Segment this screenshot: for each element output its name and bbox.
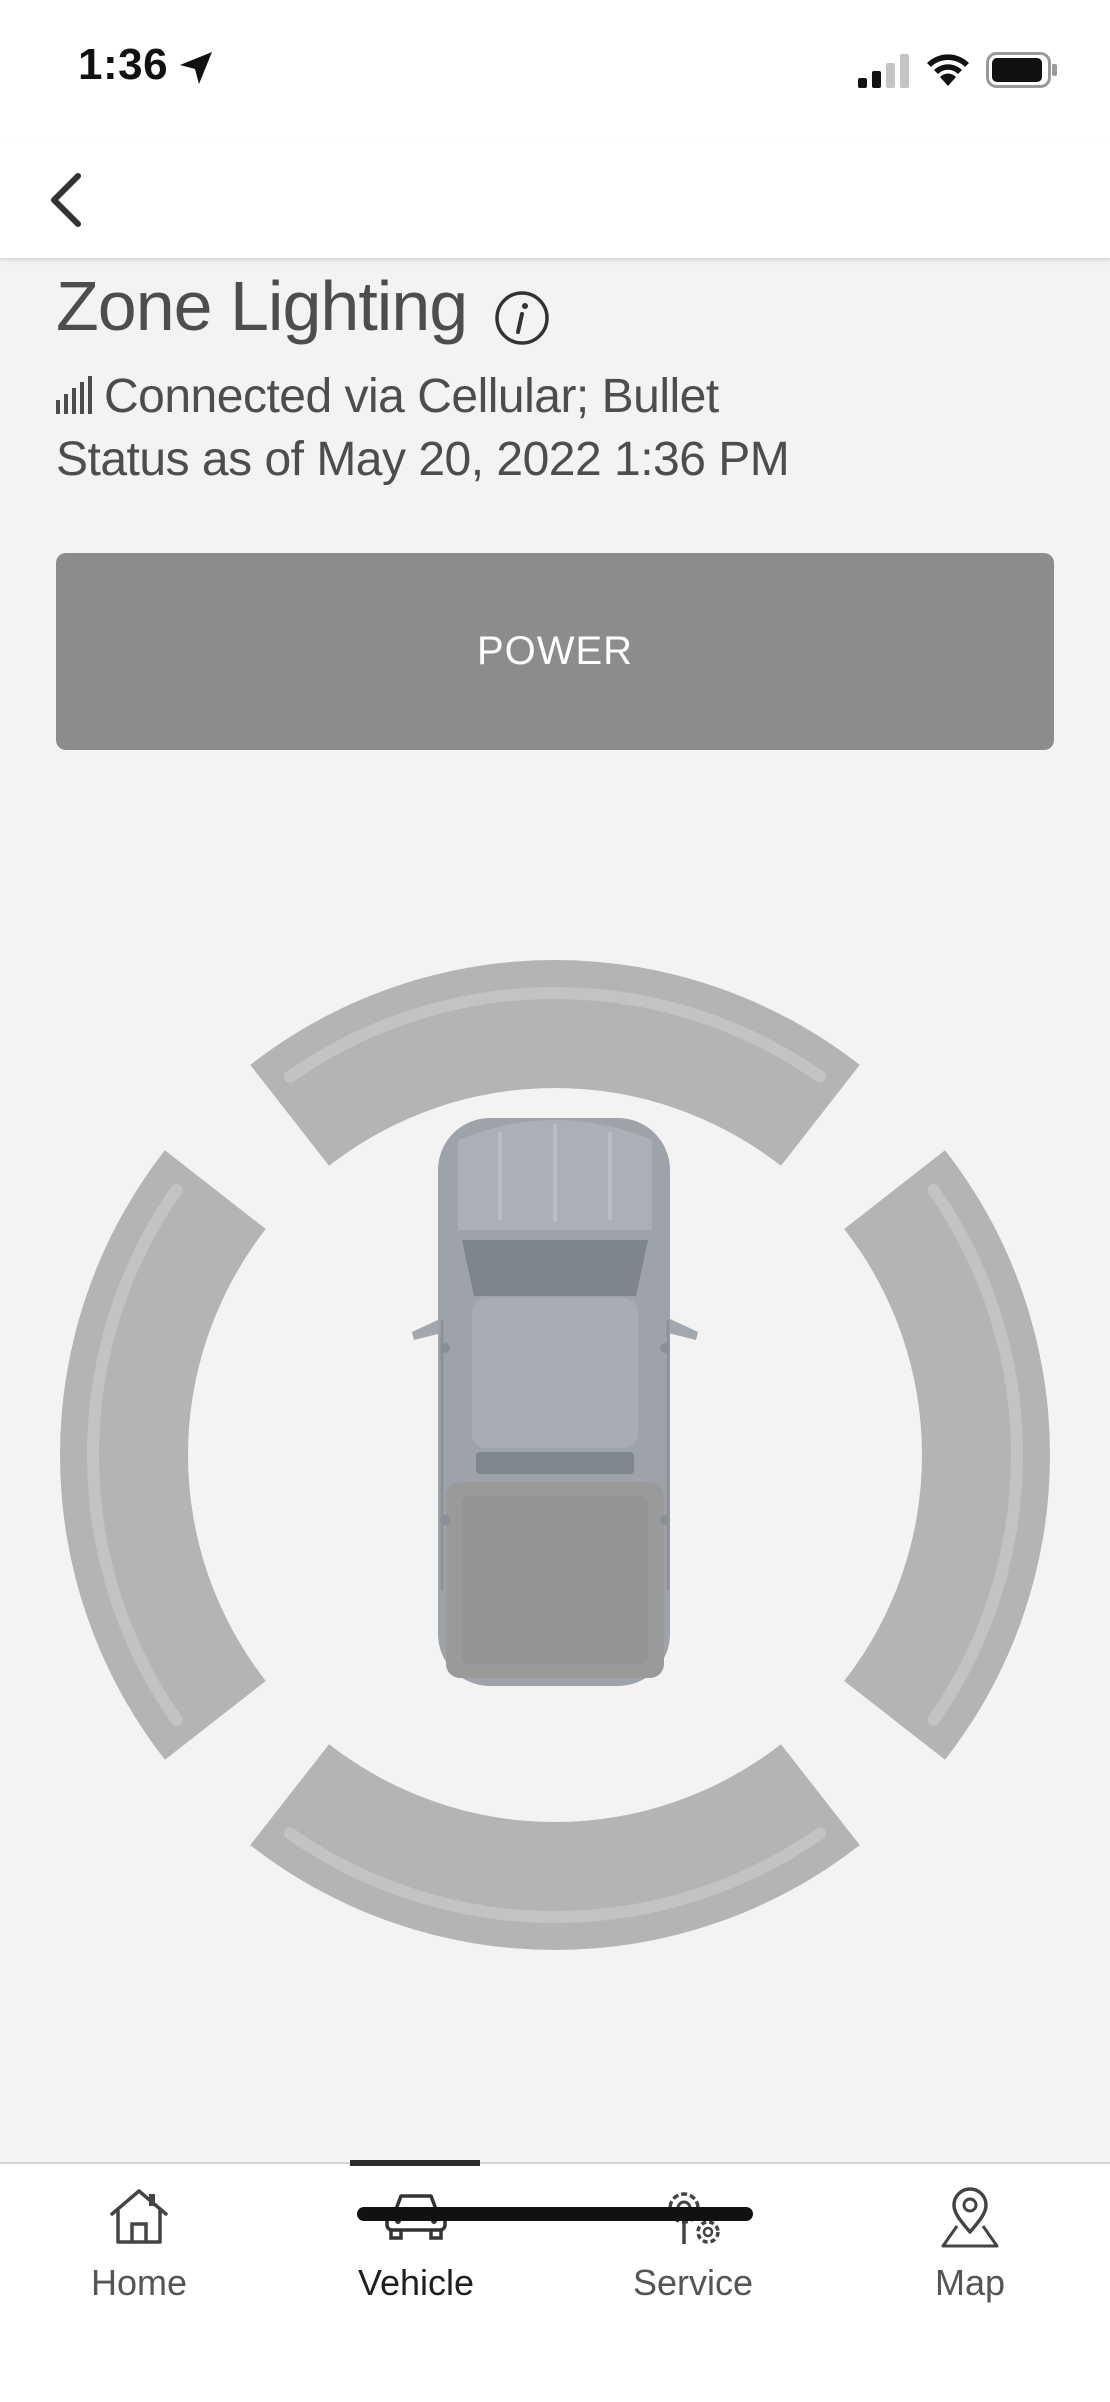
home-indicator [357,2207,753,2221]
chevron-left-icon [51,173,81,227]
location-arrow-icon [180,52,212,84]
status-time: 1:36 [78,40,169,89]
tab-home[interactable]: Home [0,2164,278,2334]
tab-map-label: Map [934,2262,1006,2303]
status-timestamp: Status as of May 20, 2022 1:36 PM [56,433,790,486]
connection-status: Connected via Cellular; Bullet [56,366,719,426]
tab-service[interactable]: Service [554,2164,832,2334]
tab-service-label: Service [632,2262,754,2303]
power-button[interactable]: POWER [56,553,1054,750]
map-pin-icon [941,2187,999,2248]
battery-icon [986,52,1057,88]
tab-map[interactable]: Map [831,2164,1109,2334]
bottom-tab-bar: Home Vehicle Service Map [0,2160,1110,2402]
tab-home-label: Home [90,2262,188,2303]
status-bar: 1:36 [0,0,1110,140]
wifi-icon [927,54,969,86]
tab-vehicle-label: Vehicle [357,2262,475,2303]
info-icon[interactable] [494,290,550,346]
truck-image [412,1118,698,1686]
page-title: Zone Lighting [56,267,468,345]
zone-lighting-diagram [59,960,1051,1951]
nav-header [0,140,1110,260]
tab-vehicle[interactable]: Vehicle [277,2164,555,2334]
home-icon [110,2189,168,2244]
cell-signal-icon [858,54,909,88]
connection-text: Connected via Cellular; Bullet [104,369,719,423]
signal-bars-icon [56,376,92,414]
back-button[interactable] [34,160,104,240]
